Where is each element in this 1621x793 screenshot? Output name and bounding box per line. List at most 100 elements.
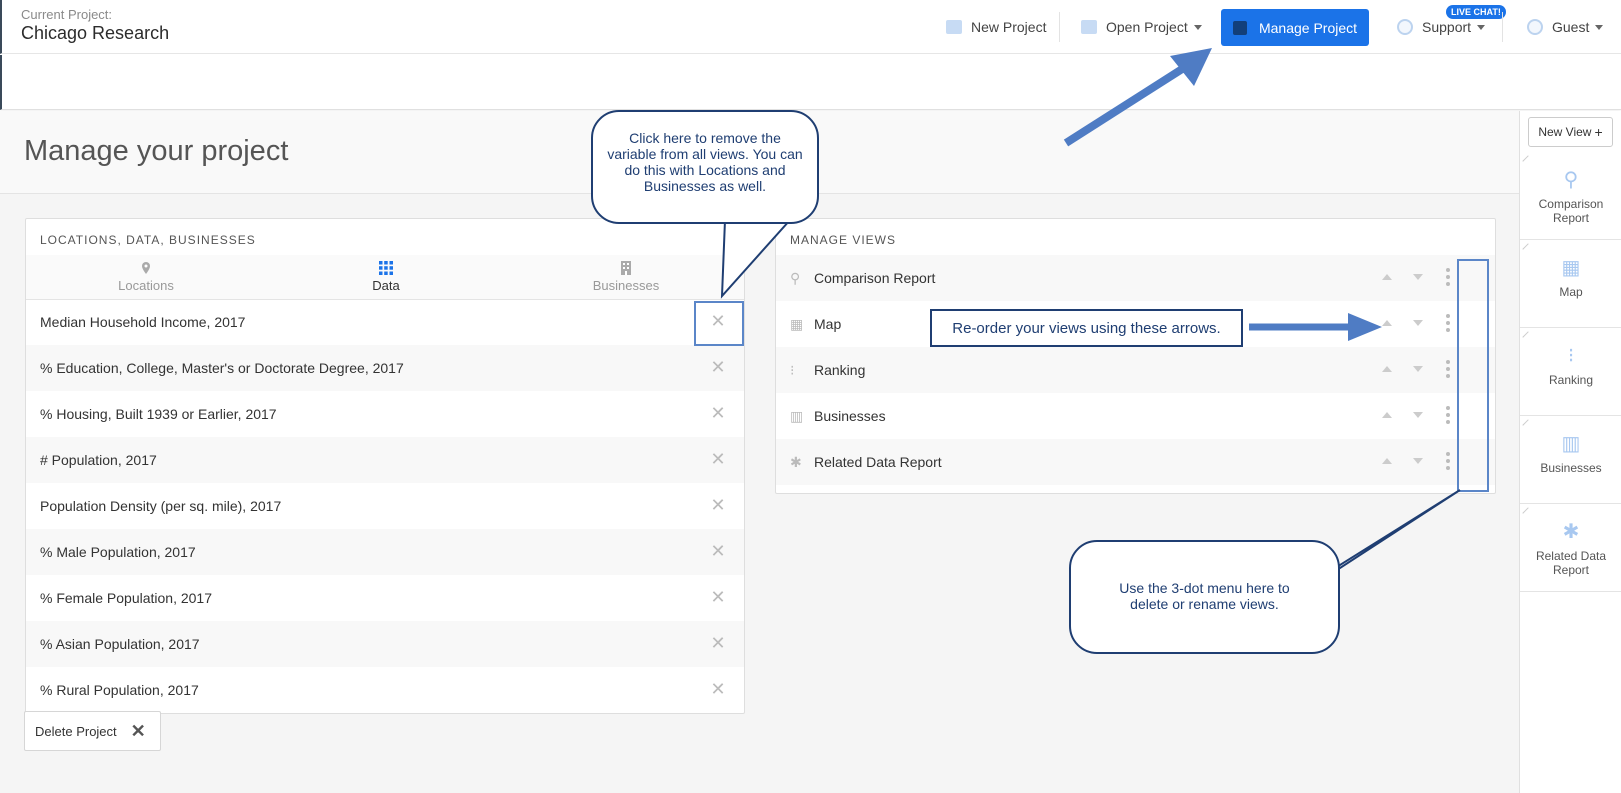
sidebar-item-businesses[interactable]: ▥ Businesses (1520, 417, 1621, 504)
sidebar-item-label: Ranking (1548, 373, 1594, 387)
open-project-label: Open Project (1106, 19, 1188, 35)
open-project-button[interactable]: Open Project (1081, 0, 1202, 54)
new-view-label: New View (1538, 125, 1592, 139)
view-label: Ranking (814, 362, 866, 378)
reorder-callout: Re-order your views using these arrows. (930, 309, 1243, 347)
remove-variable-icon[interactable]: ✕ (708, 357, 728, 377)
variable-label: % Asian Population, 2017 (40, 636, 200, 652)
view-row: ▥ Businesses (776, 393, 1495, 439)
move-up-icon[interactable] (1382, 458, 1392, 464)
variable-label: % Rural Population, 2017 (40, 682, 199, 698)
move-down-icon[interactable] (1413, 458, 1423, 464)
variable-row: % Rural Population, 2017 ✕ (26, 667, 744, 713)
top-header: Current Project: Chicago Research New Pr… (0, 0, 1621, 54)
remove-variable-icon[interactable]: ✕ (708, 495, 728, 515)
corner-mark (1522, 243, 1534, 255)
data-panel: LOCATIONS, DATA, BUSINESSES Locations Da… (25, 218, 745, 714)
project-name: Chicago Research (21, 23, 170, 43)
more-menu-icon[interactable] (1441, 266, 1455, 290)
remove-variable-icon[interactable]: ✕ (708, 541, 728, 561)
variable-label: Population Density (per sq. mile), 2017 (40, 498, 282, 514)
plus-icon: + (1594, 124, 1603, 140)
variable-row: % Housing, Built 1939 or Earlier, 2017 ✕ (26, 391, 744, 437)
remove-callout: Click here to remove the variable from a… (591, 110, 819, 224)
move-down-icon[interactable] (1413, 366, 1423, 372)
move-up-icon[interactable] (1382, 366, 1392, 372)
variable-row: % Female Population, 2017 ✕ (26, 575, 744, 621)
tab-label: Locations (118, 278, 174, 293)
remove-variable-icon[interactable]: ✕ (708, 633, 728, 653)
more-menu-icon[interactable] (1441, 404, 1455, 428)
view-label: Businesses (814, 408, 886, 424)
data-panel-heading: LOCATIONS, DATA, BUSINESSES (40, 233, 256, 247)
user-avatar-icon (1527, 19, 1543, 35)
sidebar-item-related-data-report[interactable]: ✱ Related Data Report (1520, 505, 1621, 592)
remove-variable-icon[interactable]: ✕ (708, 587, 728, 607)
variable-row: # Population, 2017 ✕ (26, 437, 744, 483)
tab-locations[interactable]: Locations (26, 255, 266, 300)
new-project-button[interactable]: New Project (946, 0, 1046, 54)
map-pin-icon (142, 262, 150, 274)
tab-businesses[interactable]: Businesses (506, 255, 746, 300)
more-menu-icon[interactable] (1441, 450, 1455, 474)
move-down-icon[interactable] (1413, 320, 1423, 326)
remove-variable-icon[interactable]: ✕ (708, 449, 728, 469)
tab-label: Businesses (592, 278, 660, 293)
manage-views-heading: MANAGE VIEWS (790, 233, 897, 247)
nav-divider (1502, 12, 1503, 42)
more-menu-icon[interactable] (1441, 358, 1455, 382)
remove-highlight (694, 301, 744, 346)
view-label: Comparison Report (814, 270, 936, 286)
new-view-button[interactable]: New View + (1528, 117, 1613, 147)
move-down-icon[interactable] (1413, 412, 1423, 418)
view-row: ✱ Related Data Report (776, 439, 1495, 485)
delete-project-button[interactable]: Delete Project ✕ (24, 711, 161, 751)
corner-mark (1522, 419, 1534, 431)
menu-callout: Use the 3-dot menu here to delete or ren… (1069, 540, 1340, 654)
manage-views-panel: MANAGE VIEWS ⚲ Comparison Report ▦ Map ⁝… (775, 218, 1496, 494)
map-icon: ▦ (1561, 257, 1581, 279)
more-menu-icon[interactable] (1441, 312, 1455, 336)
sidebar-item-map[interactable]: ▦ Map (1520, 241, 1621, 328)
new-project-label: New Project (971, 19, 1047, 35)
grid-icon (379, 261, 393, 275)
view-label: Related Data Report (814, 454, 942, 470)
variable-row: % Male Population, 2017 ✕ (26, 529, 744, 575)
nav-divider (1059, 12, 1060, 42)
guest-menu-button[interactable]: Guest (1527, 0, 1604, 54)
remove-variable-icon[interactable]: ✕ (708, 679, 728, 699)
sidebar-item-label: Comparison Report (1538, 197, 1604, 225)
sidebar-item-label: Businesses (1540, 461, 1602, 475)
variable-label: % Housing, Built 1939 or Earlier, 2017 (40, 406, 277, 422)
corner-mark (1522, 507, 1534, 519)
view-row: ⚲ Comparison Report (776, 255, 1495, 301)
manage-project-button[interactable]: Manage Project (1221, 9, 1369, 46)
chevron-down-icon (1193, 24, 1202, 30)
building-icon (621, 261, 631, 275)
live-chat-badge[interactable]: LIVE CHAT! (1446, 5, 1506, 19)
building-icon: ▥ (1561, 433, 1581, 455)
tab-data[interactable]: Data (266, 255, 506, 300)
snowflake-icon: ✱ (790, 454, 802, 470)
move-down-icon[interactable] (1413, 274, 1423, 280)
map-icon: ▦ (790, 316, 804, 332)
header-band (0, 55, 1621, 110)
support-label: Support (1422, 19, 1472, 35)
building-icon: ▥ (790, 408, 804, 424)
variable-row: Median Household Income, 2017 ✕ (26, 299, 744, 345)
corner-mark (1522, 331, 1534, 343)
move-up-icon[interactable] (1382, 320, 1392, 326)
tab-label: Data (372, 278, 400, 293)
move-up-icon[interactable] (1382, 412, 1392, 418)
variable-label: % Male Population, 2017 (40, 544, 196, 560)
sidebar-item-ranking[interactable]: ⁝ Ranking (1520, 329, 1621, 416)
folder-icon (1081, 20, 1097, 34)
comparison-icon: ⚲ (790, 270, 801, 286)
move-up-icon[interactable] (1382, 274, 1392, 280)
data-tabs: Locations Data Businesses (26, 255, 744, 300)
remove-variable-icon[interactable]: ✕ (708, 403, 728, 423)
variable-label: % Female Population, 2017 (40, 590, 212, 606)
sidebar-item-comparison-report[interactable]: ⚲ Comparison Report (1520, 153, 1621, 240)
variable-label: # Population, 2017 (40, 452, 157, 468)
view-row: ⁝ Ranking (776, 347, 1495, 393)
